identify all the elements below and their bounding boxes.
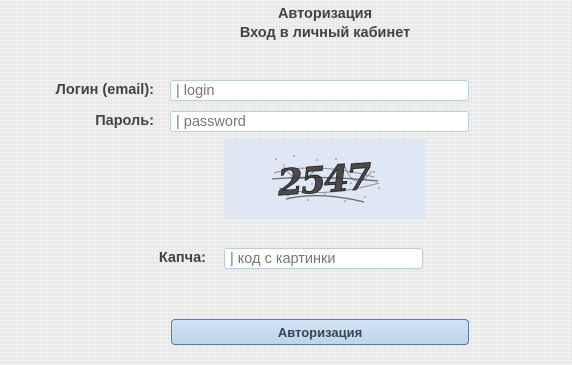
captcha-image: 2547: [224, 139, 425, 219]
page-title: Авторизация: [277, 6, 373, 22]
captcha-input[interactable]: [224, 248, 423, 269]
captcha-label: Капча:: [158, 250, 206, 266]
login-input[interactable]: [170, 80, 469, 101]
password-input[interactable]: [170, 111, 469, 132]
page-subtitle: Вход в личный кабинет: [239, 25, 411, 41]
password-label: Пароль:: [95, 113, 154, 129]
login-label: Логин (email):: [55, 82, 154, 98]
captcha-text: 2547: [275, 156, 373, 205]
submit-button[interactable]: Авторизация: [171, 319, 469, 345]
